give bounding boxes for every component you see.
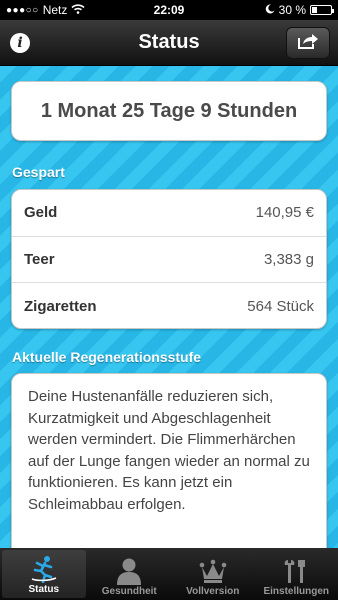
- main-content: 1 Monat 25 Tage 9 Stunden Gespart Geld 1…: [0, 66, 338, 548]
- tab-label: Gesundheit: [101, 586, 157, 597]
- info-icon[interactable]: i: [10, 33, 30, 53]
- status-bar-right: 30 %: [265, 3, 334, 17]
- saved-row-label: Teer: [24, 250, 55, 268]
- battery-icon: [310, 5, 334, 15]
- navigation-bar: i Status: [0, 20, 338, 66]
- smoke-free-duration: 1 Monat 25 Tage 9 Stunden: [40, 99, 298, 122]
- signal-strength-icon: ●●●○○: [6, 4, 39, 16]
- status-bar: ●●●○○ Netz 22:09 30 %: [0, 0, 338, 20]
- smoke-free-duration-card: 1 Monat 25 Tage 9 Stunden: [11, 81, 327, 141]
- running-figure-icon: [29, 554, 59, 584]
- tools-icon: [282, 556, 310, 586]
- battery-percentage: 30 %: [278, 3, 306, 17]
- page-title: Status: [138, 31, 200, 53]
- saved-row-value: 564 Stück: [247, 297, 314, 315]
- tab-label: Einstellungen: [263, 586, 330, 597]
- saved-row-label: Geld: [24, 204, 58, 222]
- share-button[interactable]: [286, 27, 330, 59]
- regeneration-card: Deine Hustenanfälle reduzieren sich, Kur…: [11, 373, 327, 548]
- tab-bar: Status Gesundheit Vollversion Einstellun…: [0, 548, 338, 600]
- tab-settings[interactable]: Einstellungen: [255, 548, 338, 600]
- tab-status[interactable]: Status: [2, 550, 86, 598]
- person-icon: [116, 556, 142, 586]
- saved-row-value: 3,383 g: [263, 250, 314, 268]
- moon-icon: [265, 3, 275, 17]
- tab-label: Vollversion: [186, 586, 240, 597]
- saved-row-money: Geld 140,95 €: [12, 190, 326, 237]
- saved-section-header: Gespart: [12, 164, 65, 180]
- tab-full-version[interactable]: Vollversion: [171, 548, 255, 600]
- saved-row-label: Zigaretten: [24, 297, 97, 315]
- crown-icon: [199, 556, 227, 586]
- regeneration-text: Deine Hustenanfälle reduzieren sich, Kur…: [28, 388, 310, 513]
- share-icon: [297, 32, 319, 55]
- saved-card: Geld 140,95 € Teer 3,383 g Zigaretten 56…: [11, 189, 327, 329]
- saved-row-tar: Teer 3,383 g: [12, 237, 326, 284]
- status-bar-left: ●●●○○ Netz: [6, 3, 85, 17]
- carrier-name: Netz: [42, 3, 68, 17]
- saved-row-value: 140,95 €: [255, 204, 314, 222]
- tab-label: Status: [28, 584, 60, 595]
- wifi-icon: [71, 3, 85, 17]
- saved-row-cigarettes: Zigaretten 564 Stück: [12, 283, 326, 330]
- tab-health[interactable]: Gesundheit: [88, 548, 172, 600]
- regeneration-section-header: Aktuelle Regenerationsstufe: [12, 349, 202, 365]
